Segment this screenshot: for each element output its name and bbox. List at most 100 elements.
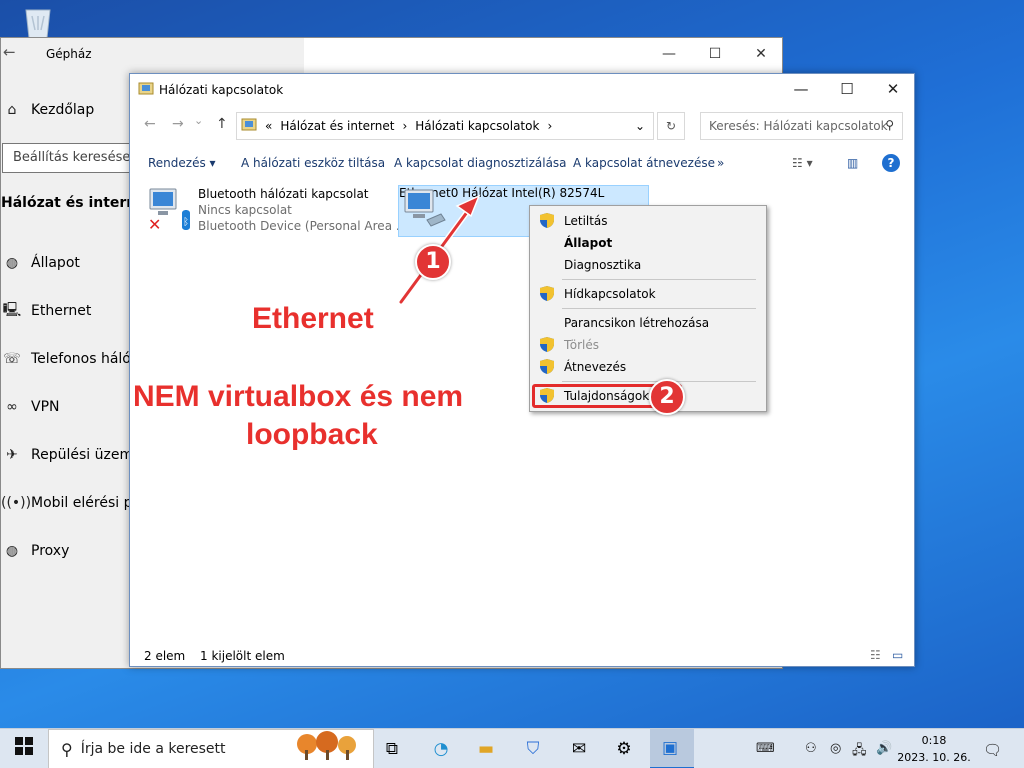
- keyboard-layout-icon[interactable]: ⌨: [756, 741, 775, 756]
- nav-item-ethernet[interactable]: 🖳 Ethernet: [1, 299, 92, 323]
- view-options-icon[interactable]: ☷ ▾: [792, 156, 813, 170]
- nav-item-status[interactable]: ◍ Állapot: [1, 251, 80, 275]
- nav-item-label: VPN: [31, 399, 60, 415]
- menu-item-properties[interactable]: Tulajdonságok: [564, 389, 649, 403]
- maximize-button[interactable]: ☐: [692, 38, 738, 70]
- menu-separator: [562, 308, 756, 309]
- status-bar: 2 elem 1 kijelölt elem ☷ ▭: [130, 646, 914, 666]
- breadcrumb-overflow-icon: «: [265, 119, 273, 133]
- step-badge-1: 1: [415, 244, 451, 280]
- network-connections-taskbar-button[interactable]: ▣: [650, 729, 694, 768]
- notification-icon[interactable]: 🗨: [983, 741, 1002, 759]
- clock-time: 0:18: [921, 734, 947, 747]
- nav-home[interactable]: ⌂ Kezdőlap: [1, 98, 95, 122]
- menu-item-status[interactable]: Állapot: [564, 236, 612, 250]
- network-folder-icon: [138, 81, 154, 100]
- search-placeholder: Keresés: Hálózati kapcsolatok: [709, 119, 888, 133]
- breadcrumb-item[interactable]: Hálózat és internet: [280, 119, 394, 133]
- nav-item-airplane[interactable]: ✈ Repülési üzemm: [1, 443, 147, 467]
- forward-arrow-icon[interactable]: →: [172, 116, 184, 132]
- nav-item-proxy[interactable]: ◍ Proxy: [1, 539, 69, 563]
- clock-date: 2023. 10. 26.: [897, 751, 971, 764]
- edge-browser-icon[interactable]: ◔: [429, 737, 453, 761]
- network-tray-icon[interactable]: 🖧: [852, 741, 867, 763]
- nav-item-hotspot[interactable]: ((•)) Mobil elérési po: [1, 491, 141, 515]
- menu-item-diagnose[interactable]: Diagnosztika: [564, 258, 641, 272]
- preview-pane-icon[interactable]: ▥: [847, 156, 858, 170]
- tiles-view-icon[interactable]: ▭: [892, 648, 903, 662]
- connection-device: Intel(R) 82574L: [511, 186, 605, 200]
- rename-button[interactable]: A kapcsolat átnevezése: [573, 156, 715, 170]
- selected-count: 1 kijelölt elem: [200, 649, 285, 663]
- annotation-note-line2: loopback: [246, 418, 378, 451]
- taskbar-search-placeholder: Írja be ide a keresett: [80, 741, 226, 757]
- step-badge-2: 2: [649, 379, 685, 415]
- disable-device-button[interactable]: A hálózati eszköz tiltása: [241, 156, 385, 170]
- nav-item-vpn[interactable]: ∞ VPN: [1, 395, 60, 419]
- menu-item-disable[interactable]: Letiltás: [564, 214, 608, 228]
- recent-chevron-icon[interactable]: ⌄: [194, 114, 203, 127]
- globe-icon: ◍: [5, 543, 19, 559]
- hotspot-icon: ((•)): [1, 495, 32, 511]
- start-button[interactable]: [12, 737, 36, 761]
- item-count: 2 elem: [144, 649, 186, 663]
- help-icon[interactable]: ?: [882, 154, 900, 172]
- menu-separator: [562, 279, 756, 280]
- diagnose-button[interactable]: A kapcsolat diagnosztizálása: [394, 156, 567, 170]
- context-menu: Letiltás Állapot Diagnosztika Hídkapcsol…: [529, 205, 767, 412]
- taskbar-search-input[interactable]: ⚲ Írja be ide a keresett: [48, 729, 374, 768]
- menu-item-bridge[interactable]: Hídkapcsolatok: [564, 287, 656, 301]
- settings-search-input[interactable]: Beállítás keresése: [2, 143, 141, 173]
- address-dropdown-icon[interactable]: ⌄: [635, 119, 645, 133]
- people-icon[interactable]: ⚇: [805, 741, 817, 756]
- dialup-icon: ☏: [3, 351, 21, 367]
- search-input[interactable]: Keresés: Hálózati kapcsolatok ⚲: [700, 112, 903, 140]
- store-icon[interactable]: ⛉: [521, 737, 545, 761]
- recycle-bin-icon[interactable]: [18, 6, 58, 39]
- connection-item-bluetooth[interactable]: ᛒ ✕ Bluetooth hálózati kapcsolat Nincs k…: [146, 185, 407, 237]
- disconnected-x-icon: ✕: [148, 215, 162, 234]
- close-button[interactable]: ✕: [738, 38, 782, 70]
- clock[interactable]: 0:18 2023. 10. 26.: [896, 732, 972, 766]
- network-connections-window: Hálózati kapcsolatok — ☐ ✕ ← → ⌄ ↑ « Hál…: [129, 73, 915, 667]
- back-arrow-icon[interactable]: ←: [3, 43, 16, 61]
- menu-item-delete: Törlés: [564, 338, 600, 352]
- mail-icon[interactable]: ✉: [567, 737, 591, 761]
- back-arrow-icon[interactable]: ←: [144, 116, 156, 132]
- organize-button[interactable]: Rendezés ▾: [148, 156, 216, 170]
- uac-shield-icon: [540, 359, 554, 374]
- nav-item-label: Ethernet: [31, 303, 92, 319]
- address-location-icon: [241, 117, 257, 136]
- more-commands-button[interactable]: »: [717, 156, 724, 170]
- svg-text:ᛒ: ᛒ: [183, 217, 189, 228]
- breadcrumb-separator-icon: ›: [547, 119, 553, 133]
- maximize-button[interactable]: ☐: [824, 74, 870, 104]
- connection-device: Bluetooth Device (Personal Area ...: [198, 219, 408, 233]
- minimize-button[interactable]: —: [646, 38, 692, 70]
- annotation-ethernet: Ethernet: [252, 302, 374, 335]
- details-view-icon[interactable]: ☷: [870, 648, 881, 662]
- file-explorer-icon[interactable]: ▬: [474, 737, 498, 761]
- vpn-icon: ∞: [6, 399, 18, 415]
- ethernet-icon: 🖳: [2, 302, 22, 318]
- task-view-icon[interactable]: ⧉: [380, 737, 404, 761]
- settings-gear-icon[interactable]: ⚙: [612, 737, 636, 761]
- up-arrow-icon[interactable]: ↑: [216, 116, 228, 132]
- nav-item-dialup[interactable]: ☏ Telefonos hálóza: [1, 347, 147, 371]
- volume-icon[interactable]: 🔊: [876, 741, 892, 756]
- breadcrumb-item[interactable]: Hálózati kapcsolatok: [415, 119, 539, 133]
- settings-title: Gépház: [46, 47, 92, 61]
- uac-shield-icon: [540, 213, 554, 228]
- connection-name: Bluetooth hálózati kapcsolat: [198, 187, 369, 201]
- search-icon: ⚲: [61, 739, 73, 759]
- address-bar[interactable]: « Hálózat és internet › Hálózati kapcsol…: [236, 112, 654, 140]
- uac-shield-icon: [540, 337, 554, 352]
- refresh-button[interactable]: ↻: [657, 112, 685, 140]
- menu-item-create-shortcut[interactable]: Parancsikon létrehozása: [564, 316, 709, 330]
- menu-item-rename[interactable]: Átnevezés: [564, 360, 626, 374]
- minimize-button[interactable]: —: [778, 74, 824, 104]
- meet-now-icon[interactable]: ◎: [830, 741, 841, 756]
- nav-item-label: Mobil elérési po: [31, 495, 142, 511]
- close-button[interactable]: ✕: [870, 74, 916, 104]
- nav-home-label: Kezdőlap: [31, 102, 95, 118]
